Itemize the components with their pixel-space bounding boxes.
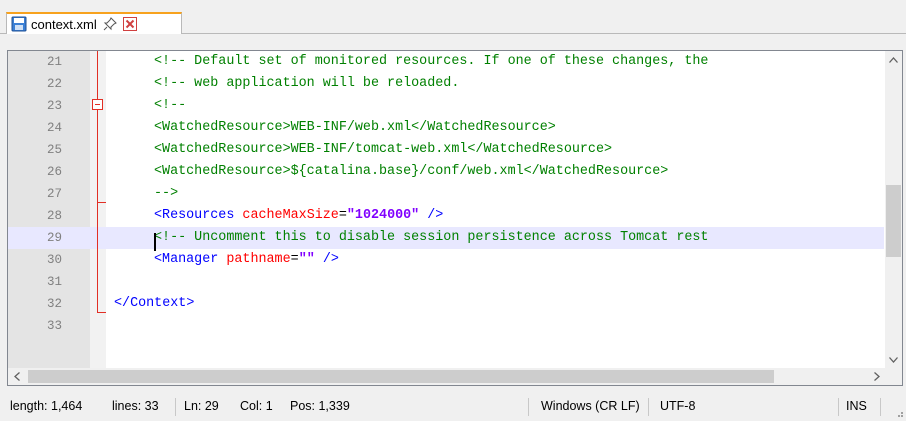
text-caret: [154, 233, 156, 251]
code-text: <Manager pathname="" />: [154, 249, 339, 271]
code-token: <WatchedResource>WEB-INF/web.xml</Watche…: [154, 120, 556, 135]
code-line[interactable]: 31: [8, 271, 884, 293]
code-line[interactable]: 27 -->: [8, 183, 884, 205]
code-editor[interactable]: 21 <!-- Default set of monitored resource…: [7, 50, 903, 386]
code-line[interactable]: 21 <!-- Default set of monitored resource…: [8, 51, 884, 73]
code-text: <!-- Uncomment this to disable session p…: [154, 227, 708, 249]
code-token: <WatchedResource>${catalina.base}/conf/w…: [154, 164, 669, 179]
code-token: <!-- web application will be reloaded.: [154, 76, 460, 91]
code-text: <!-- Default set of monitored resources.…: [154, 51, 708, 73]
status-encoding: UTF-8: [660, 399, 696, 413]
file-icon: [11, 16, 27, 32]
line-number: 28: [46, 209, 62, 223]
line-number: 24: [46, 121, 62, 135]
status-ln: Ln: 29: [184, 399, 219, 413]
tab-context-xml[interactable]: context.xml: [6, 12, 182, 34]
code-text: <!--: [154, 95, 186, 117]
code-token: <!-- Uncomment this to disable session p…: [154, 230, 709, 245]
code-text: <WatchedResource>${catalina.base}/conf/w…: [154, 161, 668, 183]
code-token: cacheMaxSize: [242, 208, 339, 223]
status-pos: Pos: 1,339: [290, 399, 350, 413]
code-token: "": [298, 252, 315, 267]
status-divider: [175, 398, 176, 416]
code-token: <Resources: [154, 208, 235, 223]
status-eol: Windows (CR LF): [541, 399, 640, 413]
status-divider: [648, 398, 649, 416]
status-bar: length: 1,464 lines: 33 Ln: 29 Col: 1 Po…: [0, 394, 906, 419]
status-col: Col: 1: [240, 399, 273, 413]
fold-line-end: [97, 312, 106, 313]
code-line[interactable]: 28 <Resources cacheMaxSize="1024000" />: [8, 205, 884, 227]
code-text: <Resources cacheMaxSize="1024000" />: [154, 205, 443, 227]
status-divider: [528, 398, 529, 416]
code-token: =: [290, 252, 299, 267]
tab-label: context.xml: [31, 16, 97, 32]
scroll-up-icon[interactable]: [885, 51, 902, 68]
code-text: <WatchedResource>WEB-INF/web.xml</Watche…: [154, 117, 556, 139]
code-line[interactable]: 26 <WatchedResource>${catalina.base}/conf…: [8, 161, 884, 183]
code-line[interactable]: 32 </Context>: [8, 293, 884, 315]
pin-icon[interactable]: [103, 17, 117, 31]
code-text: -->: [154, 183, 178, 205]
code-line[interactable]: 29 <!-- Uncomment this to disable session…: [8, 227, 884, 249]
code-text: <WatchedResource>WEB-INF/tomcat-web.xml<…: [154, 139, 612, 161]
code-line[interactable]: 30 <Manager pathname="" />: [8, 249, 884, 271]
line-number: 32: [46, 297, 62, 311]
tab-strip: context.xml: [0, 0, 906, 34]
code-token: </Context>: [114, 296, 195, 311]
code-text: </Context>: [114, 293, 194, 315]
code-token: pathname: [226, 252, 291, 267]
code-token: />: [427, 208, 444, 223]
resize-grip-icon[interactable]: [894, 407, 904, 417]
line-number: 25: [46, 143, 62, 157]
line-number: 21: [46, 55, 62, 69]
code-line[interactable]: 24 <WatchedResource>WEB-INF/web.xml</Watc…: [8, 117, 884, 139]
status-insert-mode: INS: [846, 399, 867, 413]
horizontal-scrollbar[interactable]: [8, 368, 902, 385]
line-number: 27: [46, 187, 62, 201]
code-token: <!--: [154, 98, 187, 113]
status-lines: lines: 33: [112, 399, 159, 413]
line-number: 26: [46, 165, 62, 179]
vertical-scroll-thumb[interactable]: [886, 185, 901, 257]
code-line[interactable]: 25 <WatchedResource>WEB-INF/tomcat-web.xm…: [8, 139, 884, 161]
code-token: <Manager: [154, 252, 219, 267]
code-token: />: [322, 252, 339, 267]
line-number: 23: [46, 99, 62, 113]
scroll-left-icon[interactable]: [8, 368, 25, 385]
line-number: 29: [46, 231, 62, 245]
horizontal-scroll-thumb[interactable]: [28, 370, 774, 383]
status-divider: [880, 398, 881, 416]
code-line[interactable]: 33: [8, 315, 884, 337]
fold-line-main: [97, 51, 98, 313]
status-length: length: 1,464: [10, 399, 83, 413]
code-text: <!-- web application will be reloaded.: [154, 73, 459, 95]
fold-line-sub-end: [97, 202, 106, 203]
code-token: <WatchedResource>WEB-INF/tomcat-web.xml<…: [154, 142, 613, 157]
fold-collapse-icon[interactable]: [92, 99, 103, 110]
line-number: 31: [46, 275, 62, 289]
code-line[interactable]: 23 <!--: [8, 95, 884, 117]
code-line[interactable]: 22 <!-- web application will be reloaded.: [8, 73, 884, 95]
code-token: =: [338, 208, 347, 223]
line-number: 22: [46, 77, 62, 91]
close-icon[interactable]: [122, 17, 137, 31]
scroll-right-icon[interactable]: [868, 368, 885, 385]
line-number: 30: [46, 253, 62, 267]
code-token: <!-- Default set of monitored resources.…: [154, 54, 709, 69]
line-number: 33: [46, 319, 62, 333]
vertical-scrollbar[interactable]: [885, 51, 902, 368]
scroll-down-icon[interactable]: [885, 351, 902, 368]
code-token: "1024000": [346, 208, 420, 223]
code-token: -->: [154, 186, 179, 201]
status-divider: [838, 398, 839, 416]
